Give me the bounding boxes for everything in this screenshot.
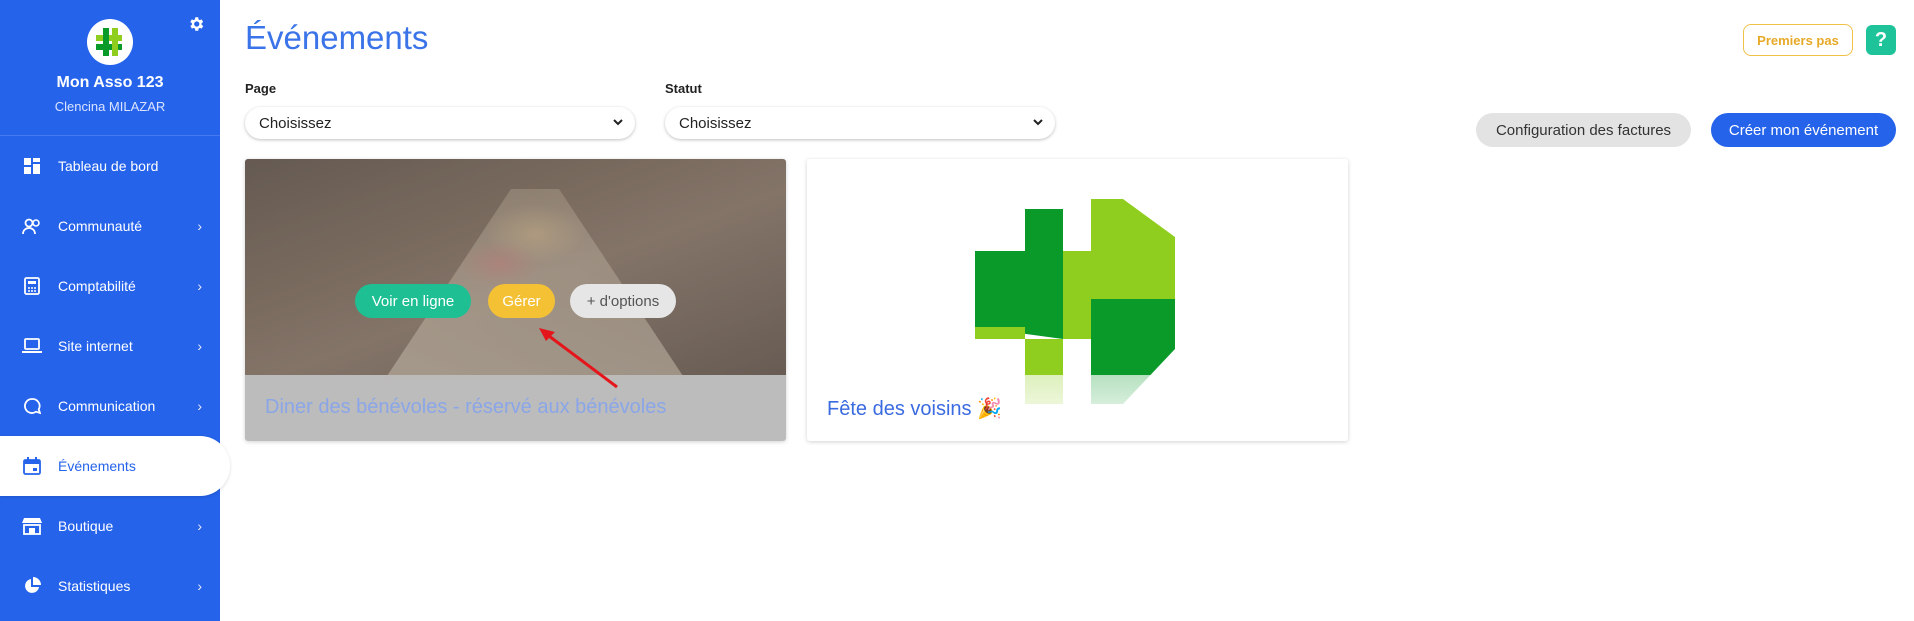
chevron-down-icon: [1033, 119, 1043, 126]
chevron-right-icon: ›: [197, 518, 202, 534]
chevron-right-icon: ›: [197, 578, 202, 594]
chevron-down-icon: [613, 119, 623, 126]
help-button[interactable]: ?: [1866, 25, 1896, 55]
sidebar-item-communaute[interactable]: Communauté ›: [0, 196, 230, 256]
statut-select-value: Choisissez: [679, 114, 752, 132]
config-factures-button[interactable]: Configuration des factures: [1476, 113, 1691, 147]
sidebar-item-label: Communauté: [58, 218, 143, 234]
sidebar-item-statistiques[interactable]: Statistiques ›: [0, 556, 230, 616]
sidebar-item-label: Tableau de bord: [58, 158, 159, 174]
premiers-pas-button[interactable]: Premiers pas: [1743, 24, 1853, 56]
sidebar-item-label: Événements: [58, 458, 136, 474]
chat-icon: [22, 396, 42, 416]
pie-chart-icon: [22, 576, 42, 596]
org-name: Mon Asso 123: [56, 74, 164, 91]
page-select-value: Choisissez: [259, 114, 332, 132]
annotation-arrow: [539, 328, 618, 389]
sidebar-item-tableau-de-bord[interactable]: Tableau de bord: [0, 136, 230, 196]
event-title[interactable]: Diner des bénévoles - réservé aux bénévo…: [265, 396, 666, 419]
gear-icon[interactable]: [187, 15, 205, 33]
default-event-logo: [975, 199, 1175, 404]
sidebar-item-label: Communication: [58, 398, 156, 414]
chevron-right-icon: ›: [197, 398, 202, 414]
laptop-icon: [22, 336, 42, 356]
page-filter-label: Page: [245, 81, 277, 96]
sidebar-item-label: Site internet: [58, 338, 133, 354]
page-select[interactable]: Choisissez: [245, 107, 635, 139]
sidebar-item-label: Statistiques: [58, 578, 131, 594]
sidebar-item-communication[interactable]: Communication ›: [0, 376, 230, 436]
event-title[interactable]: Fête des voisins 🎉: [827, 396, 1002, 421]
calendar-icon: [22, 456, 42, 476]
gerer-button[interactable]: Gérer: [488, 284, 555, 318]
statut-select[interactable]: Choisissez: [665, 107, 1055, 139]
page-title: Événements: [245, 19, 429, 56]
chevron-right-icon: ›: [197, 218, 202, 234]
sidebar-item-boutique[interactable]: Boutique ›: [0, 496, 230, 556]
calculator-icon: [22, 276, 42, 296]
create-event-button[interactable]: Créer mon événement: [1711, 113, 1896, 147]
sidebar-item-comptabilite[interactable]: Comptabilité ›: [0, 256, 230, 316]
store-icon: [22, 516, 42, 536]
sidebar-item-evenements[interactable]: Événements: [0, 436, 230, 496]
user-name: Clencina MILAZAR: [54, 99, 166, 114]
chevron-right-icon: ›: [197, 338, 202, 354]
event-card[interactable]: Fête des voisins 🎉: [807, 159, 1348, 441]
chevron-right-icon: ›: [197, 278, 202, 294]
sidebar: Mon Asso 123 Clencina MILAZAR Tableau de…: [0, 0, 230, 621]
sidebar-item-site-internet[interactable]: Site internet ›: [0, 316, 230, 376]
event-card[interactable]: Diner des bénévoles - réservé aux bénévo…: [245, 159, 786, 441]
sidebar-nav: Tableau de bord Communauté › Comptabilit…: [0, 136, 230, 616]
more-options-button[interactable]: + d'options: [570, 284, 676, 318]
sidebar-item-label: Boutique: [58, 518, 114, 534]
dashboard-icon: [22, 156, 42, 176]
people-icon: [22, 216, 42, 236]
voir-en-ligne-button[interactable]: Voir en ligne: [355, 284, 471, 318]
sidebar-item-label: Comptabilité: [58, 278, 136, 294]
statut-filter-label: Statut: [665, 81, 702, 96]
org-logo[interactable]: [87, 19, 133, 65]
